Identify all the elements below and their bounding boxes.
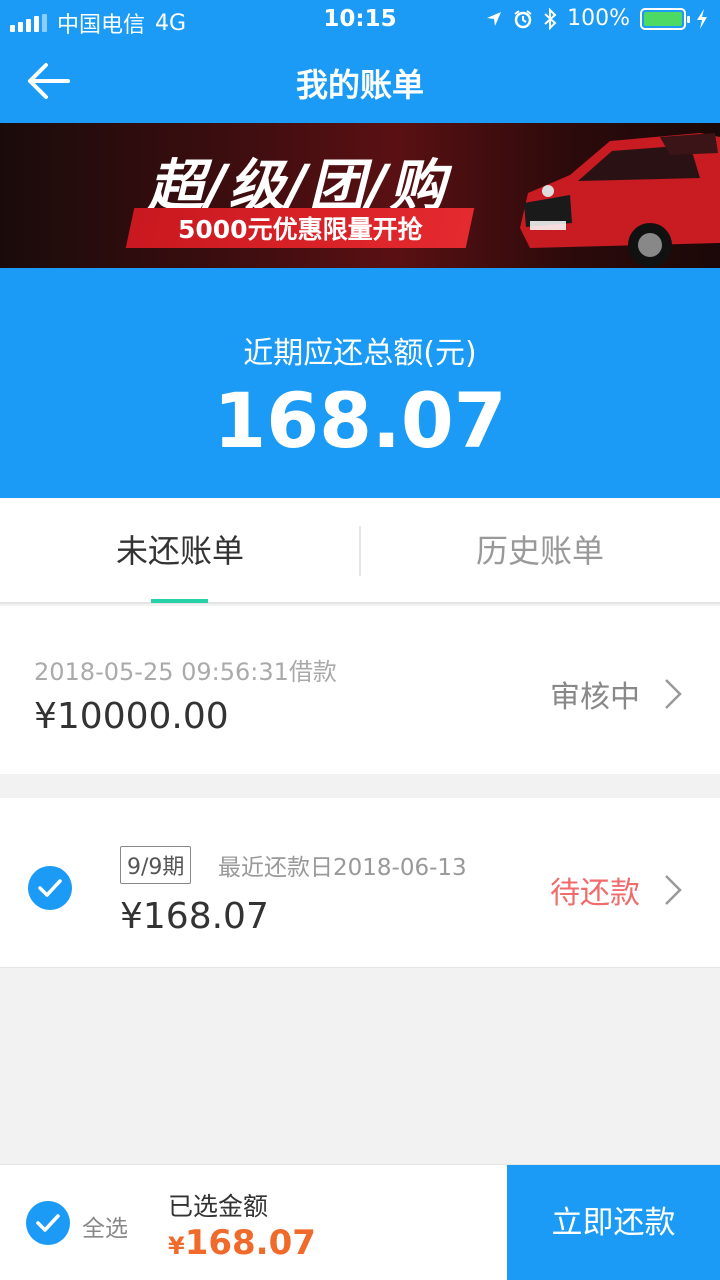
check-icon	[38, 879, 62, 897]
bill-item-installment[interactable]: 9/9期 最近还款日2018-06-13 ¥168.07 待还款	[0, 798, 720, 968]
tab-history[interactable]: 历史账单	[360, 498, 720, 604]
page-title: 我的账单	[295, 66, 424, 104]
chevron-right-icon	[665, 679, 682, 709]
installment-checkbox[interactable]	[28, 866, 72, 910]
selected-amount: ¥168.07	[168, 1223, 316, 1263]
period-badge: 9/9期	[120, 846, 192, 884]
summary-panel: 近期应还总额(元) 168.07	[0, 268, 720, 498]
bill-tabs: 未还账单 历史账单	[0, 498, 720, 604]
installment-amount: ¥168.07	[120, 896, 269, 937]
alarm-icon	[514, 9, 532, 28]
tab-unpaid[interactable]: 未还账单	[0, 498, 360, 604]
status-bar: 中国电信 4G 10:15 100%	[0, 0, 720, 40]
promo-banner[interactable]: 超/级/团/购 5000元优惠限量开抢	[0, 123, 720, 268]
status-right: 100%	[485, 6, 708, 31]
pending-status: 待还款	[550, 876, 640, 911]
bill-item-loan[interactable]: 2018-05-25 09:56:31借款 ¥10000.00 审核中	[0, 606, 720, 774]
select-all-checkbox[interactable]	[26, 1201, 70, 1245]
check-icon	[36, 1214, 60, 1232]
summary-label: 近期应还总额(元)	[243, 336, 477, 371]
battery-icon	[640, 7, 690, 30]
pay-now-button[interactable]: 立即还款	[507, 1165, 720, 1280]
location-icon	[487, 11, 502, 26]
loan-amount: ¥10000.00	[34, 696, 229, 737]
battery-percent: 100%	[567, 6, 630, 31]
selected-amount-label: 已选金额	[168, 1192, 269, 1221]
currency-symbol: ¥	[168, 1232, 185, 1260]
banner-subtitle: 5000元优惠限量开抢	[177, 215, 423, 244]
charging-icon	[697, 8, 707, 29]
checkout-bar: 全选 已选金额 ¥168.07 立即还款	[0, 1164, 720, 1280]
car-image	[520, 133, 720, 267]
due-date: 最近还款日2018-06-13	[218, 855, 467, 881]
select-all-label[interactable]: 全选	[82, 1209, 128, 1243]
banner-subtitle-strip: 5000元优惠限量开抢	[125, 208, 475, 248]
tab-active-indicator	[151, 599, 208, 603]
selected-amount-value: 168.07	[184, 1223, 316, 1263]
loan-datetime: 2018-05-25 09:56:31借款	[34, 658, 337, 686]
review-status: 审核中	[550, 680, 640, 715]
nav-header: 我的账单	[0, 40, 720, 123]
chevron-right-icon	[665, 875, 682, 905]
bluetooth-icon	[544, 7, 557, 30]
summary-amount: 168.07	[213, 376, 507, 465]
